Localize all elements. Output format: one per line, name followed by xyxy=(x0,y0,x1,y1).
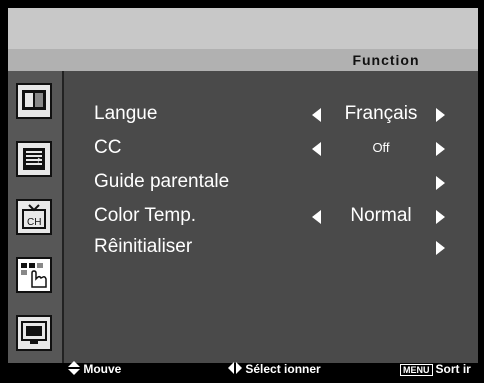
menu-row-label: Guide parentale xyxy=(94,171,230,192)
arrow-left-icon[interactable] xyxy=(312,210,321,224)
tab-function-title: Function xyxy=(352,52,420,68)
channel-icon: CH xyxy=(22,204,46,229)
sidebar-item-function[interactable] xyxy=(16,257,52,293)
menu-row-reinitialiser[interactable]: Rêinitialiser xyxy=(64,231,478,263)
move-hint: Mouve xyxy=(68,361,121,378)
menu-row-value: Français xyxy=(344,103,418,124)
move-label: Mouve xyxy=(83,362,122,376)
menu-row-color-temp[interactable]: Color Temp. Normal xyxy=(64,200,478,232)
menu-panel: Langue Français CC Off Guide parentale C… xyxy=(64,71,478,363)
svg-text:CH: CH xyxy=(27,217,41,228)
audio-icon: ♪ xyxy=(23,148,45,170)
select-label: Sélect ionner xyxy=(245,362,321,376)
menu-row-label: CC xyxy=(94,137,122,158)
up-down-arrows-icon xyxy=(68,361,80,375)
menu-key-badge: MENU xyxy=(400,364,433,376)
sidebar-item-channel[interactable]: CH xyxy=(16,199,52,235)
arrow-right-icon[interactable] xyxy=(436,108,445,122)
arrow-right-icon[interactable] xyxy=(436,241,445,255)
arrow-right-icon[interactable] xyxy=(436,210,445,224)
display-icon xyxy=(21,321,47,344)
menu-row-value: Normal xyxy=(350,205,412,226)
picture-icon xyxy=(22,90,46,110)
menu-row-value: Off xyxy=(372,140,390,155)
function-icon xyxy=(21,263,47,288)
sidebar-item-audio[interactable]: ♪ xyxy=(16,141,52,177)
sidebar-item-picture[interactable] xyxy=(16,83,52,119)
sidebar: ♪ CH xyxy=(8,71,64,363)
menu-row-label: Color Temp. xyxy=(94,205,197,226)
menu-row-cc[interactable]: CC Off xyxy=(64,132,478,164)
arrow-right-icon[interactable] xyxy=(436,176,445,190)
menu-row-label: Langue xyxy=(94,103,158,124)
left-right-arrows-icon xyxy=(228,362,242,374)
help-bar: Mouve Sélect ionner MENU Sort ir xyxy=(8,361,478,378)
arrow-right-icon[interactable] xyxy=(436,142,445,156)
top-bar xyxy=(8,8,478,49)
osd-window: Function ♪ CH Langue Français CC Off Gui… xyxy=(8,8,478,376)
menu-row-label: Rêinitialiser xyxy=(94,236,193,257)
svg-text:♪: ♪ xyxy=(35,157,41,168)
sidebar-item-display[interactable] xyxy=(16,315,52,351)
arrow-left-icon[interactable] xyxy=(312,108,321,122)
menu-row-guide-parentale[interactable]: Guide parentale xyxy=(64,166,478,198)
menu-row-langue[interactable]: Langue Français xyxy=(64,98,478,130)
exit-label: Sort ir xyxy=(435,362,471,376)
arrow-left-icon[interactable] xyxy=(312,142,321,156)
select-hint: Sélect ionner xyxy=(228,361,321,378)
exit-hint: MENU Sort ir xyxy=(400,361,471,378)
